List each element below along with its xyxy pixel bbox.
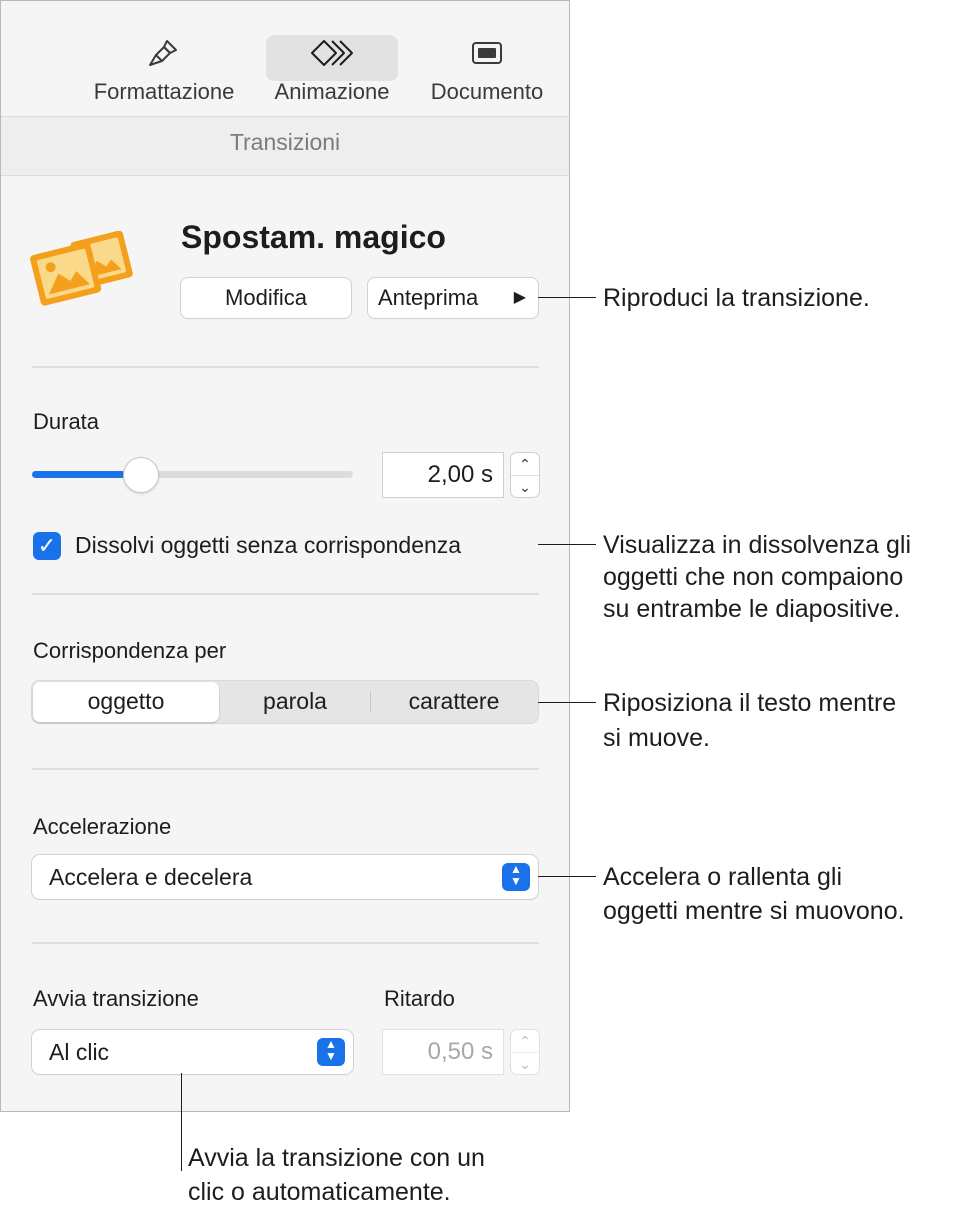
segment-object[interactable]: oggetto [33, 680, 219, 724]
callout-fade-line-2: oggetti che non compaiono [603, 563, 904, 591]
fade-checkbox-label: Dissolvi oggetti senza corrispondenza [75, 532, 462, 558]
toolbar-divider [1, 116, 569, 117]
delay-label: Ritardo [384, 986, 455, 1011]
section-title: Transizioni [229, 129, 341, 155]
preview-button[interactable]: Anteprima ▶ [368, 278, 538, 318]
callout-fade-line-1: Visualizza in dissolvenza gli [603, 531, 912, 559]
start-popup[interactable]: Al clic ▲ ▼ [32, 1030, 353, 1074]
magic-move-icon [29, 230, 137, 307]
stepper-down-icon[interactable]: ⌄ [511, 1052, 539, 1075]
stepper-up-icon[interactable]: ⌃ [511, 453, 539, 475]
divider [32, 593, 539, 595]
section-header-divider [1, 175, 569, 176]
transition-name: Spostam. magico [181, 219, 446, 255]
callout-accel-line-1: Accelera o rallenta gli [603, 863, 843, 891]
callout-leader-line [538, 544, 596, 545]
callout-match-line-1: Riposiziona il testo mentre [603, 689, 897, 717]
inspector-panel: Formattazione Animazione Documento Trans… [0, 0, 570, 1112]
callout-accel-line-2: oggetti mentre si muovono. [603, 897, 905, 925]
duration-label: Durata [33, 409, 100, 434]
delay-stepper[interactable]: ⌃ ⌄ [511, 1030, 539, 1074]
divider [32, 366, 539, 368]
inspector-toolbar: Formattazione Animazione Documento [1, 1, 569, 117]
divider [32, 942, 539, 944]
start-label: Avvia transizione [33, 986, 199, 1011]
document-icon [417, 35, 557, 71]
callout-start-line-2: clic o automaticamente. [188, 1178, 451, 1206]
acceleration-value: Accelera e decelera [49, 864, 253, 890]
divider [32, 768, 539, 770]
duration-slider-fill [32, 471, 125, 478]
callout-match-line-2: si muove. [603, 724, 710, 752]
popup-arrows-icon: ▲ ▼ [317, 1038, 345, 1066]
callout-preview: Riproduci la transizione. [603, 284, 870, 312]
tab-animate-label: Animazione [274, 79, 390, 104]
popup-arrows-icon: ▲ ▼ [502, 863, 530, 891]
tab-format-label: Formattazione [93, 79, 235, 104]
stepper-up-icon[interactable]: ⌃ [511, 1030, 539, 1052]
segment-word[interactable]: parola [221, 680, 369, 724]
checkmark-icon: ✓ [37, 533, 57, 558]
acceleration-label: Accelerazione [33, 814, 172, 839]
match-segmented-control: oggetto parola carattere [31, 680, 539, 724]
tab-document[interactable]: Documento [417, 35, 557, 107]
tab-animate[interactable]: Animazione [266, 35, 398, 107]
callout-leader-line [538, 876, 596, 877]
edit-button[interactable]: Modifica [181, 278, 351, 318]
animate-diamonds-icon [266, 35, 398, 71]
callout-leader-line [538, 297, 596, 298]
tab-format[interactable]: Formattazione [81, 35, 247, 107]
match-label: Corrispondenza per [33, 638, 227, 663]
segment-character[interactable]: carattere [371, 680, 537, 724]
tab-document-label: Documento [430, 79, 544, 104]
duration-field[interactable]: 2,00 s [383, 453, 503, 497]
duration-slider[interactable] [32, 471, 353, 478]
callout-start-line-1: Avvia la transizione con un [188, 1144, 485, 1172]
stepper-down-icon[interactable]: ⌄ [511, 475, 539, 498]
start-value: Al clic [49, 1039, 110, 1065]
delay-field[interactable]: 0,50 s [383, 1030, 503, 1074]
fade-checkbox[interactable]: ✓ [33, 532, 61, 560]
duration-slider-knob[interactable] [124, 458, 158, 492]
callout-fade-line-3: su entrambe le diapositive. [603, 595, 901, 623]
duration-stepper[interactable]: ⌃ ⌄ [511, 453, 539, 497]
preview-button-label: Anteprima [378, 285, 479, 310]
acceleration-popup[interactable]: Accelera e decelera ▲ ▼ [32, 855, 538, 899]
paintbrush-icon [81, 35, 247, 71]
play-icon: ▶ [513, 289, 526, 306]
callout-leader-line [538, 702, 596, 703]
callout-leader-line [181, 1073, 182, 1171]
